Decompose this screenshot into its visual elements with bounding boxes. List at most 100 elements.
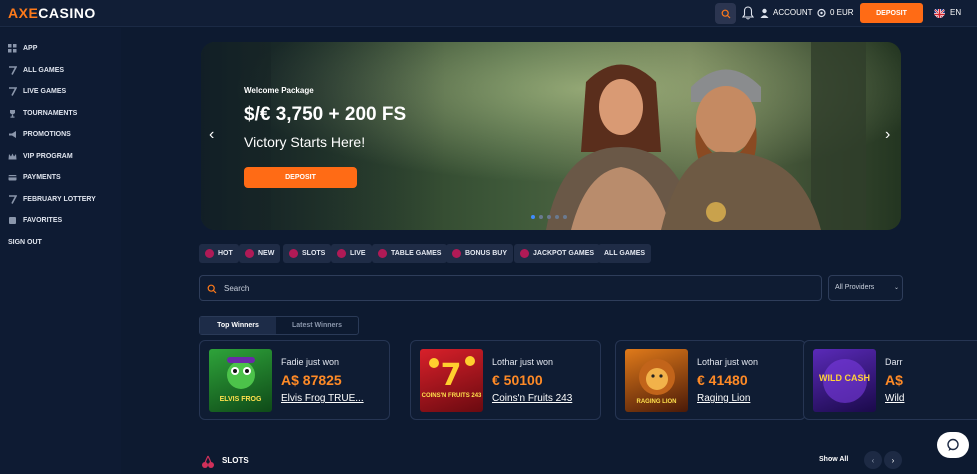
sidebar-item-all-games[interactable]: ALL GAMES <box>8 63 64 77</box>
slots-prev-button[interactable]: ‹ <box>864 451 882 469</box>
show-all-link[interactable]: Show All <box>819 456 848 463</box>
uk-flag-icon[interactable] <box>934 7 945 18</box>
top-bar: AXECASINO ACCOUNT 0 EUR DEPOSIT EN <box>0 0 977 27</box>
game-link[interactable]: Wild <box>885 393 904 404</box>
category-jackpot-games[interactable]: JACKPOT GAMES <box>514 244 601 263</box>
banner-tagline: Victory Starts Here! <box>244 134 366 150</box>
cherry-icon <box>289 249 298 258</box>
category-live[interactable]: LIVE <box>331 244 372 263</box>
sidebar-item-live-games[interactable]: LIVE GAMES <box>8 84 66 98</box>
slots-next-button[interactable]: › <box>884 451 902 469</box>
banner-next-arrow[interactable]: › <box>885 126 890 144</box>
category-bonus-buy[interactable]: BONUS BUY <box>446 244 514 263</box>
sidebar-item-payments[interactable]: PAYMENTS <box>8 170 61 184</box>
banner-dot[interactable] <box>563 215 567 219</box>
sidebar-item-favorites[interactable]: FAVORITES <box>8 213 62 227</box>
providers-dropdown[interactable]: All Providers ⌄ <box>828 275 903 301</box>
sidebar-item-february-lottery[interactable]: FEBRUARY LOTTERY <box>8 192 96 206</box>
seven-icon <box>9 65 17 75</box>
category-all-games[interactable]: ALL GAMES <box>598 244 652 263</box>
bell-icon[interactable] <box>742 6 754 20</box>
thumb-text: WILD CASH <box>819 373 870 383</box>
search-icon <box>207 284 217 294</box>
win-amount: A$ 87825 <box>281 372 342 388</box>
logo[interactable]: AXECASINO <box>8 5 96 21</box>
winner-card[interactable]: WILD CASH Darr A$ Wild <box>803 340 977 420</box>
chevron-left-icon: ‹ <box>871 455 875 465</box>
game-thumbnail[interactable]: WILD CASH <box>813 349 876 412</box>
search-input[interactable]: Search <box>199 275 822 301</box>
win-amount: € 50100 <box>492 372 543 388</box>
sidebar-item-label: APP <box>23 44 38 52</box>
grid-icon <box>8 43 17 52</box>
sidebar-item-label: SIGN OUT <box>8 238 42 246</box>
search-icon <box>721 9 730 18</box>
banner-prev-arrow[interactable]: ‹ <box>209 126 214 144</box>
megaphone-icon <box>9 130 16 138</box>
user-icon <box>760 8 769 18</box>
sidebar-item-app[interactable]: APP <box>8 41 37 55</box>
winner-card[interactable]: RAGING LION Lothar just won € 41480 Ragi… <box>615 340 806 420</box>
language-selector[interactable]: EN <box>950 8 961 17</box>
category-label: SLOTS <box>302 250 326 257</box>
game-link[interactable]: Coins'n Fruits 243 <box>492 393 572 404</box>
tab-latest-winners[interactable]: Latest Winners <box>276 317 358 334</box>
game-link[interactable]: Raging Lion <box>697 393 750 404</box>
sidebar-item-label: PROMOTIONS <box>23 130 71 138</box>
sidebar-item-label: TOURNAMENTS <box>23 109 78 117</box>
category-hot[interactable]: HOT <box>199 244 239 263</box>
seven-icon <box>9 194 17 204</box>
sidebar-item-tournaments[interactable]: TOURNAMENTS <box>8 106 77 120</box>
category-table-games[interactable]: TABLE GAMES <box>372 244 448 263</box>
banner-dot[interactable] <box>531 215 535 219</box>
winner-card[interactable]: ELVIS FROG Fadie just won A$ 87825 Elvis… <box>199 340 390 420</box>
crown-icon <box>8 153 17 159</box>
thumb-text: ELVIS FROG <box>219 396 262 403</box>
category-new[interactable]: NEW <box>239 244 281 263</box>
sidebar-item-vip-program[interactable]: VIP PROGRAM <box>8 149 73 163</box>
winner-name: Darr <box>885 357 903 367</box>
table-icon <box>378 249 387 258</box>
winner-name: Lothar just won <box>697 357 759 367</box>
bonus-icon <box>452 249 461 258</box>
thumb-text: COINS'N FRUITS 243 <box>421 393 482 399</box>
account-link[interactable]: ACCOUNT <box>773 8 813 17</box>
banner-dot[interactable] <box>547 215 551 219</box>
chevron-right-icon: › <box>891 455 895 465</box>
category-slots[interactable]: SLOTS <box>283 244 332 263</box>
sidebar-item-label: FEBRUARY LOTTERY <box>23 195 96 203</box>
winner-card[interactable]: 7 COINS'N FRUITS 243 Lothar just won € 5… <box>410 340 601 420</box>
banner-pagination <box>531 215 567 219</box>
game-thumbnail[interactable]: ELVIS FROG <box>209 349 272 412</box>
category-label: TABLE GAMES <box>391 250 442 257</box>
category-label: LIVE <box>350 250 366 257</box>
category-label: BONUS BUY <box>465 250 508 257</box>
sidebar-item-label: LIVE GAMES <box>23 87 67 95</box>
tab-top-winners[interactable]: Top Winners <box>200 317 276 334</box>
balance-display[interactable]: 0 EUR <box>830 8 854 17</box>
chat-button[interactable] <box>937 432 969 458</box>
deposit-button[interactable]: DEPOSIT <box>860 3 923 23</box>
sign-out-link[interactable]: SIGN OUT <box>8 235 42 249</box>
svg-text:7: 7 <box>441 358 462 393</box>
card-icon <box>8 174 17 180</box>
promo-banner[interactable]: Welcome Package $/€ 3,750 + 200 FS Victo… <box>201 42 901 230</box>
sidebar: APP ALL GAMES LIVE GAMES TOURNAMENTS PRO… <box>0 28 121 474</box>
winner-name: Lothar just won <box>492 357 554 367</box>
seven-icon <box>9 86 17 96</box>
logo-prefix: AXE <box>8 5 39 21</box>
section-title: SLOTS <box>222 456 249 465</box>
game-thumbnail[interactable]: RAGING LION <box>625 349 688 412</box>
game-thumbnail[interactable]: 7 COINS'N FRUITS 243 <box>420 349 483 412</box>
category-label: ALL GAMES <box>604 250 646 257</box>
sidebar-item-promotions[interactable]: PROMOTIONS <box>8 127 71 141</box>
win-amount: € 41480 <box>697 372 748 388</box>
winner-name: Fadie just won <box>281 357 340 367</box>
sidebar-item-label: PAYMENTS <box>23 173 61 181</box>
search-button[interactable] <box>715 3 736 24</box>
banner-deposit-button[interactable]: DEPOSIT <box>244 167 357 188</box>
banner-dot[interactable] <box>539 215 543 219</box>
game-link[interactable]: Elvis Frog TRUE... <box>281 393 364 404</box>
banner-dot[interactable] <box>555 215 559 219</box>
banner-headline: $/€ 3,750 + 200 FS <box>244 104 407 125</box>
